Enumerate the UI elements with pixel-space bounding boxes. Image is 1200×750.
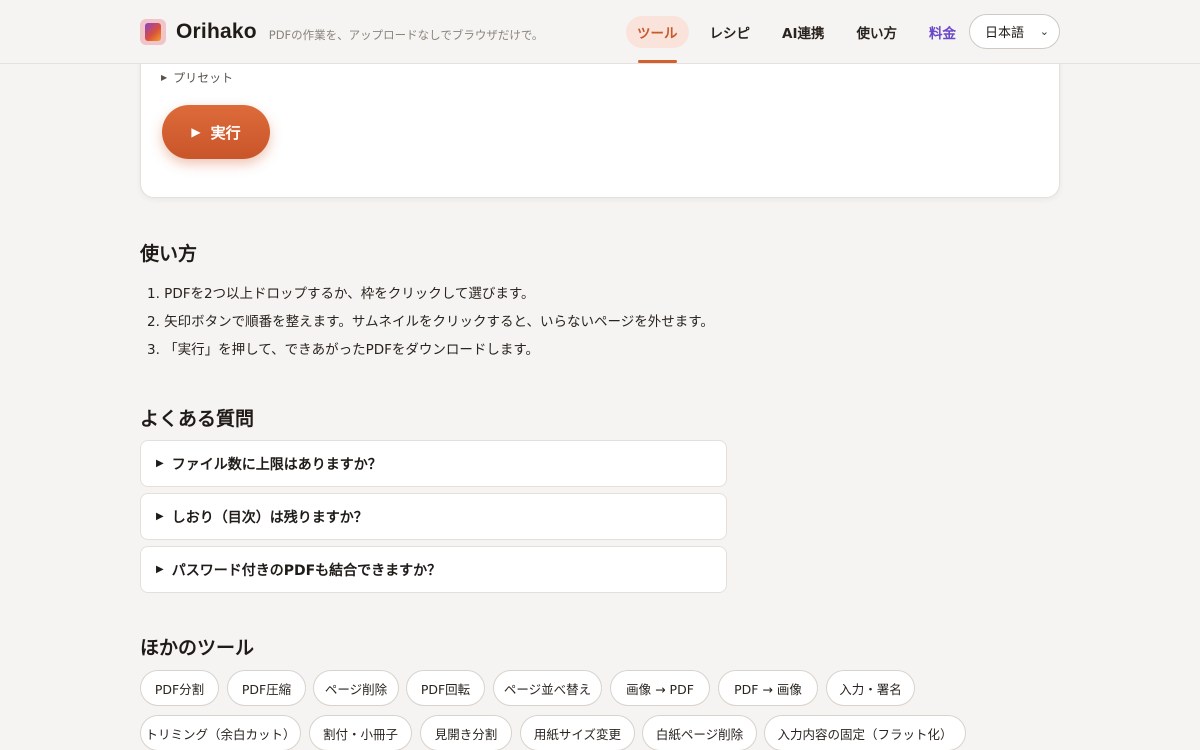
tool-chip-reorder[interactable]: ページ並べ替え bbox=[493, 670, 602, 706]
faq-question: パスワード付きのPDFも結合できますか？ bbox=[171, 562, 442, 579]
tool-chip-flatten[interactable]: 入力内容の固定（フラット化） bbox=[764, 715, 966, 750]
disclosure-triangle-icon: ▶ bbox=[156, 458, 164, 469]
nav-pricing[interactable]: 料金 bbox=[918, 16, 967, 48]
orihako-logo-icon bbox=[140, 19, 166, 45]
run-button[interactable]: ▶ 実行 bbox=[162, 105, 270, 159]
list-item: 2. 矢印ボタンで順番を整えます。サムネイルをクリックすると、いらないページを外… bbox=[147, 314, 714, 330]
faq-title: よくある質問 bbox=[140, 408, 255, 430]
tagline: PDFの作業を、アップロードなしでブラウザだけで。 bbox=[268, 28, 544, 42]
tool-chip-pdf-to-image[interactable]: PDF → 画像 bbox=[718, 670, 818, 706]
disclosure-triangle-icon: ▶ bbox=[156, 564, 164, 575]
tool-chip-fill-sign[interactable]: 入力・署名 bbox=[826, 670, 915, 706]
nav-tools[interactable]: ツール bbox=[626, 16, 689, 63]
tool-chip-image-to-pdf[interactable]: 画像 → PDF bbox=[610, 670, 710, 706]
disclosure-triangle-icon: ▶ bbox=[156, 511, 164, 522]
disclosure-triangle-icon: ▶ bbox=[161, 73, 168, 82]
tool-chip-blank-page-delete[interactable]: 白紙ページ削除 bbox=[642, 715, 757, 750]
presets-label: プリセット bbox=[173, 71, 234, 85]
tool-chip-imposition[interactable]: 割付・小冊子 bbox=[309, 715, 412, 750]
howto-steps: 1. PDFを2つ以上ドロップするか、枠をクリックして選びます。 2. 矢印ボタ… bbox=[147, 284, 714, 368]
howto-title: 使い方 bbox=[140, 243, 198, 265]
presets-toggle[interactable]: ▶ プリセット bbox=[161, 69, 233, 86]
faq-question: ファイル数に上限はありますか？ bbox=[171, 456, 382, 473]
faq-item-bookmarks[interactable]: ▶ しおり（目次）は残りますか？ bbox=[140, 493, 727, 540]
chevron-down-icon: ⌄ bbox=[1039, 25, 1049, 38]
faq-item-password[interactable]: ▶ パスワード付きのPDFも結合できますか？ bbox=[140, 546, 727, 593]
other-tools-title: ほかのツール bbox=[140, 637, 255, 659]
brand-name: Orihako bbox=[176, 20, 257, 43]
tool-chip-spread-split[interactable]: 見開き分割 bbox=[420, 715, 512, 750]
tool-chip-rotate[interactable]: PDF回転 bbox=[406, 670, 485, 706]
nav-howto[interactable]: 使い方 bbox=[845, 16, 908, 48]
tool-chip-delete-pages[interactable]: ページ削除 bbox=[313, 670, 399, 706]
language-value: 日本語 bbox=[985, 26, 1025, 41]
tool-chip-page-size[interactable]: 用紙サイズ変更 bbox=[520, 715, 635, 750]
brand[interactable]: Orihako PDFの作業を、アップロードなしでブラウザだけで。 bbox=[140, 19, 543, 45]
site-header: Orihako PDFの作業を、アップロードなしでブラウザだけで。 ツール レシ… bbox=[0, 0, 1200, 64]
tool-chip-split[interactable]: PDF分割 bbox=[140, 670, 219, 706]
nav-recipes[interactable]: レシピ bbox=[699, 16, 762, 48]
run-label: 実行 bbox=[210, 123, 241, 142]
main-nav: ツール レシピ AI連携 使い方 料金 bbox=[626, 16, 977, 63]
list-item: 1. PDFを2つ以上ドロップするか、枠をクリックして選びます。 bbox=[147, 286, 535, 302]
list-item: 3. 「実行」を押して、できあがったPDFをダウンロードします。 bbox=[147, 342, 540, 358]
faq-question: しおり（目次）は残りますか？ bbox=[171, 509, 368, 526]
faq-item-limit[interactable]: ▶ ファイル数に上限はありますか？ bbox=[140, 440, 727, 487]
tool-chip-trim[interactable]: トリミング（余白カット） bbox=[140, 715, 301, 750]
nav-ai[interactable]: AI連携 bbox=[771, 16, 835, 48]
tool-chip-compress[interactable]: PDF圧縮 bbox=[227, 670, 306, 706]
language-select[interactable]: 日本語 ⌄ bbox=[969, 14, 1060, 49]
play-icon: ▶ bbox=[191, 125, 201, 139]
